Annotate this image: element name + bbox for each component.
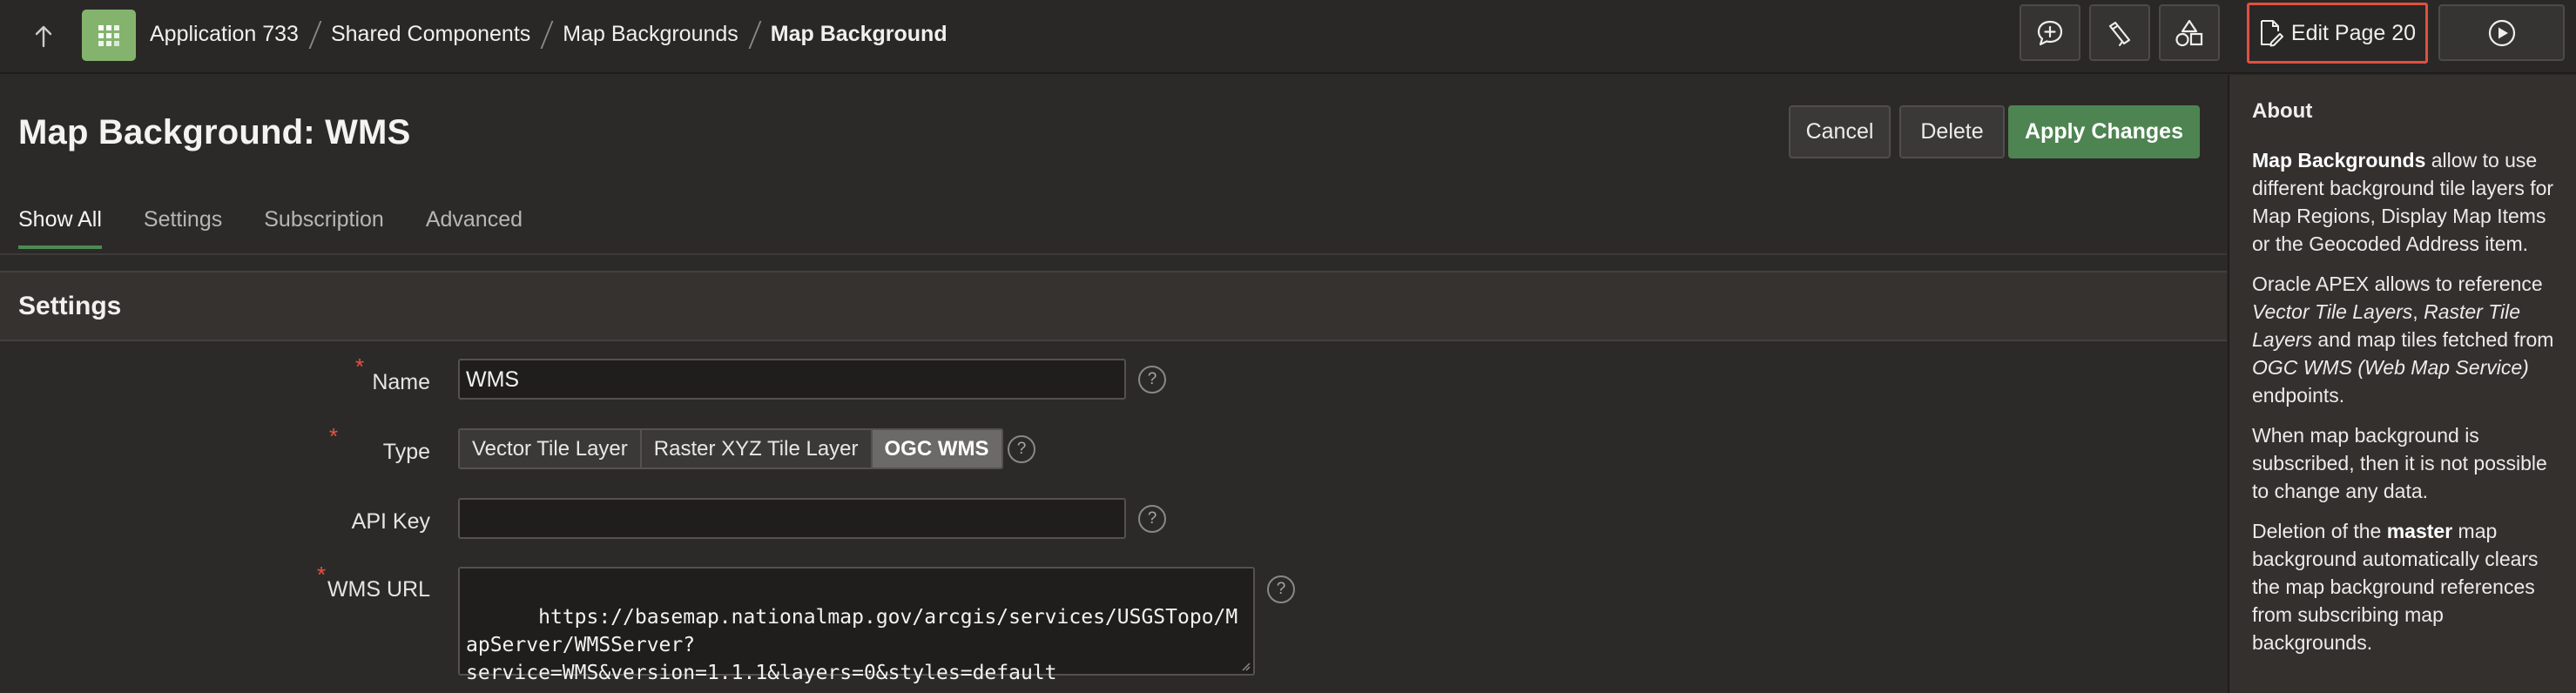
help-bold-text: Map Backgrounds	[2252, 149, 2426, 172]
navigate-up-button[interactable]	[23, 16, 64, 57]
comments-button[interactable]	[2020, 4, 2080, 61]
run-page-button[interactable]	[2438, 4, 2565, 61]
shared-components-button[interactable]	[2159, 4, 2220, 61]
breadcrumb-separator	[309, 21, 321, 47]
type-radio-group: Vector Tile Layer Raster XYZ Tile Layer …	[458, 428, 1003, 469]
help-icon[interactable]: ?	[1008, 435, 1035, 463]
api-key-label: API Key	[351, 509, 430, 534]
breadcrumb-separator	[749, 21, 761, 47]
delete-button[interactable]: Delete	[1899, 105, 2005, 158]
section-title: Settings	[18, 292, 122, 320]
page-title: Map Background: WMS	[18, 113, 411, 151]
help-paragraph: When map background is subscribed, then …	[2252, 424, 2547, 502]
wms-url-value: https://basemap.nationalmap.gov/arcgis/s…	[466, 606, 1238, 684]
api-key-input[interactable]	[458, 498, 1126, 539]
type-option-ogc-wms[interactable]: OGC WMS	[872, 430, 1001, 468]
cancel-button[interactable]: Cancel	[1789, 105, 1891, 158]
grid-icon	[98, 24, 119, 46]
help-panel: About Map Backgrounds allow to use diffe…	[2228, 75, 2576, 693]
developer-toolbar-button[interactable]	[2089, 4, 2150, 61]
type-option-vector-tile[interactable]: Vector Tile Layer	[460, 430, 642, 468]
required-indicator: *	[329, 423, 339, 449]
main-content: Map Background: WMS Cancel Delete Apply …	[0, 75, 2227, 693]
comment-add-icon	[2037, 20, 2063, 45]
top-bar: Application 733 Shared Components Map Ba…	[0, 0, 2576, 74]
type-option-raster-xyz[interactable]: Raster XYZ Tile Layer	[641, 430, 873, 468]
edit-page-icon	[2260, 20, 2283, 47]
edit-page-button[interactable]: Edit Page 20	[2247, 3, 2428, 64]
required-indicator: *	[317, 562, 327, 588]
breadcrumb-map-backgrounds[interactable]: Map Backgrounds	[563, 22, 738, 47]
name-label: Name	[372, 370, 430, 394]
breadcrumb-current: Map Background	[770, 21, 947, 46]
help-text: Deletion of the	[2252, 520, 2387, 542]
breadcrumb-shared-components[interactable]: Shared Components	[331, 22, 530, 47]
name-input[interactable]: WMS	[458, 359, 1126, 400]
breadcrumb-separator	[541, 21, 553, 47]
tab-advanced[interactable]: Advanced	[426, 207, 523, 249]
tab-bar: Show All Settings Subscription Advanced	[18, 207, 564, 249]
help-bold-text: master	[2386, 520, 2453, 542]
tab-show-all[interactable]: Show All	[18, 207, 102, 249]
help-paragraph: Oracle APEX allows to reference Vector T…	[2252, 270, 2566, 409]
breadcrumb: Application 733 Shared Components Map Ba…	[150, 0, 947, 68]
app-icon[interactable]	[82, 10, 136, 61]
help-icon[interactable]: ?	[1138, 505, 1166, 533]
tab-settings[interactable]: Settings	[144, 207, 222, 249]
help-icon[interactable]: ?	[1267, 575, 1295, 603]
help-italic-text: OGC WMS (Web Map Service)	[2252, 356, 2529, 379]
help-paragraph: Deletion of the master map background au…	[2252, 517, 2566, 656]
breadcrumb-application[interactable]: Application 733	[150, 22, 299, 47]
wms-url-label: WMS URL	[327, 577, 430, 602]
required-indicator: *	[355, 353, 365, 380]
wms-url-textarea[interactable]: https://basemap.nationalmap.gov/arcgis/s…	[458, 567, 1255, 684]
help-text: and map tiles fetched from	[2312, 328, 2554, 351]
help-icon[interactable]: ?	[1138, 366, 1166, 394]
help-text: Oracle APEX allows to reference	[2252, 272, 2543, 295]
type-label: Type	[382, 440, 430, 464]
resize-handle-icon[interactable]	[1240, 661, 1251, 671]
wand-icon	[2108, 21, 2131, 46]
help-panel-title: About	[2252, 99, 2313, 123]
help-text: ,	[2412, 300, 2424, 323]
edit-page-label: Edit Page 20	[2290, 20, 2417, 45]
settings-section-header: Settings	[0, 271, 2227, 341]
help-paragraph: Map Backgrounds allow to use different b…	[2252, 146, 2566, 258]
shapes-icon	[2175, 19, 2203, 46]
tab-subscription[interactable]: Subscription	[264, 207, 384, 249]
help-text: endpoints.	[2252, 384, 2345, 407]
play-icon	[2488, 19, 2515, 46]
help-italic-text: Vector Tile Layers	[2252, 300, 2413, 323]
arrow-up-icon	[35, 25, 52, 48]
help-panel-body: Map Backgrounds allow to use different b…	[2252, 146, 2566, 669]
tabs-divider	[0, 253, 2227, 255]
apply-changes-button[interactable]: Apply Changes	[2008, 105, 2200, 158]
